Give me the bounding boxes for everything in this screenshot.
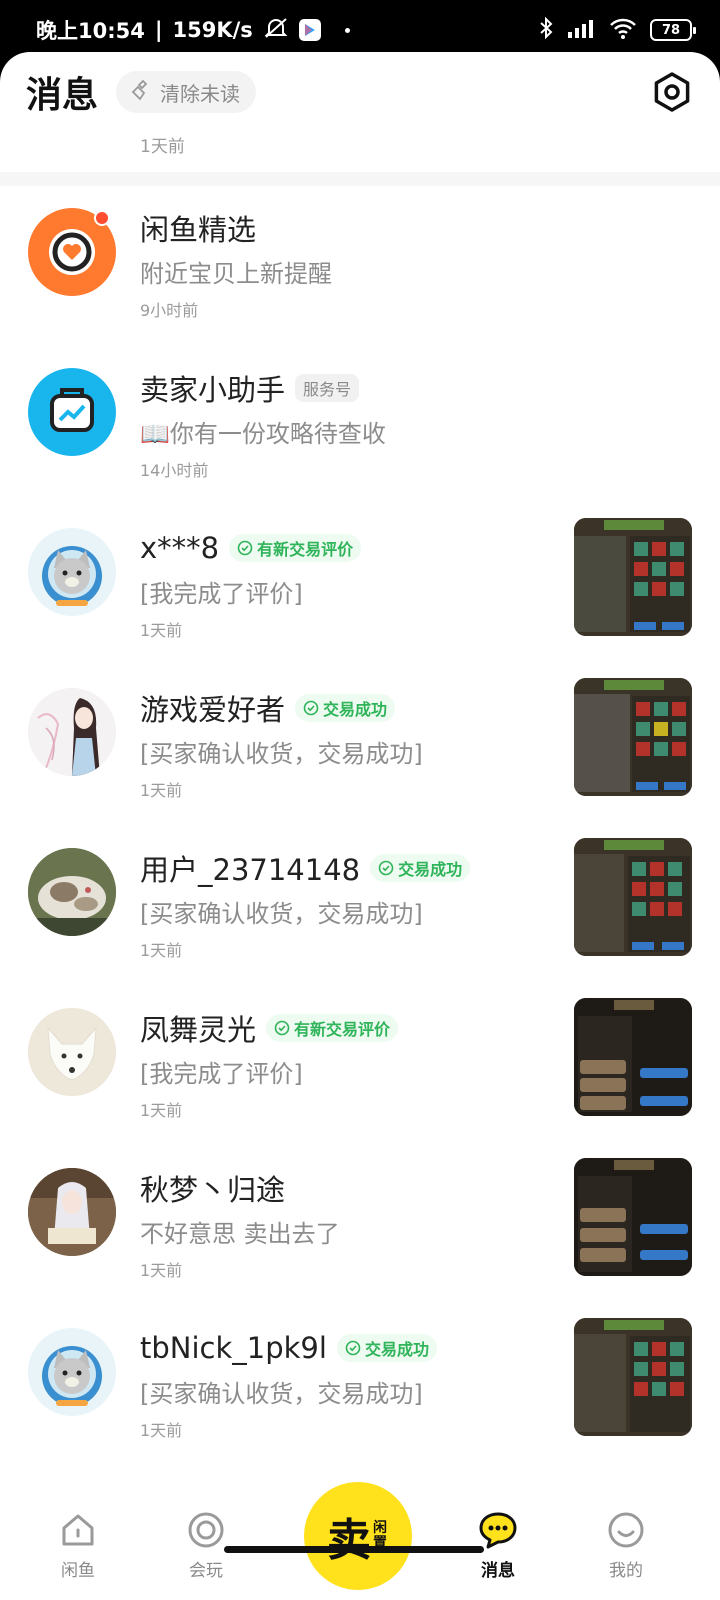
screen: { "status_bar": { "time": "晚上10:54", "sp… (0, 0, 720, 1600)
cat-astronaut-avatar (28, 528, 116, 616)
badge-label: 有新交易评价 (294, 1020, 391, 1039)
item-thumbnail (574, 838, 692, 956)
conversation-message: [我完成了评价] (140, 1060, 303, 1088)
broom-icon (130, 78, 154, 107)
cat-astronaut-avatar (28, 1328, 116, 1416)
trade-success-badge: 交易成功 (336, 1334, 437, 1362)
trade-success-badge: 交易成功 (370, 854, 471, 882)
conversation-row-xianyu-featured[interactable]: 闲鱼精选 附近宝贝上新提醒 9小时前 (0, 186, 720, 346)
target-icon (188, 1512, 224, 1548)
conversation-row-user-23714148[interactable]: 用户_23714148 交易成功 [买家确认收货，交易成功] 1天前 (0, 826, 720, 986)
section-divider (0, 172, 720, 186)
fish-home-icon (62, 1514, 94, 1546)
conversation-time: 14小时前 (140, 461, 209, 480)
play-store-icon (298, 19, 321, 41)
check-circle-icon (378, 860, 394, 876)
page-title: 消息 (26, 75, 99, 116)
mute-notification-icon (263, 16, 289, 45)
clear-unread-button[interactable]: 清除未读 (116, 71, 257, 113)
conversation-message: [买家确认收货，交易成功] (140, 1380, 423, 1408)
conversation-time: 1天前 (140, 1421, 183, 1440)
conversation-message: 📖你有一份攻略待查收 (140, 420, 386, 448)
messages-page: 消息 清除未读 1天前 闲鱼精选 附近宝贝上新提醒 9小时前 卖家小助手 服务号… (0, 52, 720, 1600)
nav-label-play: 会玩 (189, 1561, 223, 1581)
conversation-message: 附近宝贝上新提醒 (140, 260, 332, 288)
conversation-time: 9小时前 (140, 301, 199, 320)
conversation-list: 闲鱼精选 附近宝贝上新提醒 9小时前 卖家小助手 服务号 📖你有一份攻略待查收 … (0, 186, 720, 1466)
item-thumbnail (574, 678, 692, 796)
item-thumbnail (574, 998, 692, 1116)
anime-girl-avatar (28, 688, 116, 776)
sell-label: 卖 (327, 1515, 371, 1566)
conversation-name: 游戏爱好者 (140, 693, 286, 727)
nav-label-mine: 我的 (609, 1561, 643, 1581)
conversation-row-phoenix[interactable]: 凤舞灵光 有新交易评价 [我完成了评价] 1天前 (0, 986, 720, 1146)
seller-assistant-avatar (28, 368, 116, 456)
conversation-message: [买家确认收货，交易成功] (140, 900, 423, 928)
battery-icon: 78 (650, 19, 696, 41)
unread-dot (94, 210, 110, 226)
check-circle-icon (237, 540, 253, 556)
conversation-name: 秋梦丶归途 (140, 1173, 286, 1207)
reading-girl-avatar (28, 1168, 116, 1256)
trade-success-badge: 交易成功 (295, 694, 396, 722)
conversation-time: 1天前 (140, 621, 183, 640)
status-dot (344, 27, 350, 33)
sleeping-cat-avatar (28, 848, 116, 936)
nav-item-mine[interactable]: 我的 (586, 1510, 666, 1581)
conversation-time: 1天前 (140, 1101, 183, 1120)
network-speed: 159K/s (172, 18, 253, 42)
item-thumbnail (574, 1158, 692, 1276)
check-circle-icon (345, 1340, 361, 1356)
white-fox-avatar (28, 1008, 116, 1096)
conversation-time: 1天前 (140, 941, 183, 960)
conversation-name: x***8 (140, 531, 220, 565)
conversation-name: tbNick_1pk9l (140, 1331, 327, 1365)
conversation-message: [买家确认收货，交易成功] (140, 740, 423, 768)
item-thumbnail (574, 518, 692, 636)
badge-label: 交易成功 (323, 700, 388, 719)
chat-bubble-icon (479, 1512, 517, 1549)
conversation-time: 1天前 (140, 781, 183, 800)
conversation-row-tbnick[interactable]: tbNick_1pk9l 交易成功 [买家确认收货，交易成功] 1天前 (0, 1306, 720, 1466)
header: 消息 清除未读 (0, 52, 720, 132)
conversation-name: 闲鱼精选 (140, 213, 257, 247)
check-circle-icon (303, 700, 319, 716)
conversation-name: 卖家小助手 (140, 373, 286, 407)
conversation-time: 1天前 (140, 1261, 183, 1280)
settings-button[interactable] (650, 70, 694, 114)
conversation-row-game-lover[interactable]: 游戏爱好者 交易成功 [买家确认收货，交易成功] 1天前 (0, 666, 720, 826)
home-indicator[interactable] (224, 1546, 484, 1553)
conversation-row-seller-assistant[interactable]: 卖家小助手 服务号 📖你有一份攻略待查收 14小时前 (0, 346, 720, 506)
smiley-profile-icon (608, 1512, 644, 1548)
conversation-row-autumn-dream[interactable]: 秋梦丶归途 不好意思 卖出去了 1天前 (0, 1146, 720, 1306)
cell-signal-icon (566, 16, 596, 45)
conversation-name: 用户_23714148 (140, 853, 361, 887)
status-bar: 晚上10:54 | 159K/s 78 (0, 0, 720, 60)
check-circle-icon (274, 1020, 290, 1036)
conversation-name: 凤舞灵光 (140, 1013, 257, 1047)
nav-item-home[interactable]: 闲鱼 (38, 1510, 118, 1581)
service-account-badge: 服务号 (295, 374, 360, 402)
item-thumbnail (574, 1318, 692, 1436)
status-time: 晚上10:54 (36, 19, 145, 43)
wifi-icon (608, 16, 638, 45)
conversation-message: 不好意思 卖出去了 (140, 1220, 340, 1248)
new-review-badge: 有新交易评价 (266, 1014, 399, 1042)
badge-label: 交易成功 (364, 1340, 429, 1359)
gear-icon (650, 72, 694, 118)
status-divider: | (154, 18, 163, 42)
previous-item-time: 1天前 (140, 137, 185, 157)
clear-unread-label: 清除未读 (160, 81, 241, 106)
bottom-nav: 闲鱼 会玩 卖 闲置 消息 我的 (0, 1482, 720, 1600)
nav-label-home: 闲鱼 (61, 1561, 95, 1581)
conversation-row-x8[interactable]: x***8 有新交易评价 [我完成了评价] 1天前 (0, 506, 720, 666)
bluetooth-icon (538, 16, 554, 45)
new-review-badge: 有新交易评价 (229, 534, 362, 562)
nav-label-messages: 消息 (481, 1561, 515, 1581)
sell-button[interactable]: 卖 闲置 (304, 1482, 412, 1590)
conversation-message: [我完成了评价] (140, 580, 303, 608)
badge-label: 有新交易评价 (257, 540, 354, 559)
badge-label: 交易成功 (398, 860, 463, 879)
